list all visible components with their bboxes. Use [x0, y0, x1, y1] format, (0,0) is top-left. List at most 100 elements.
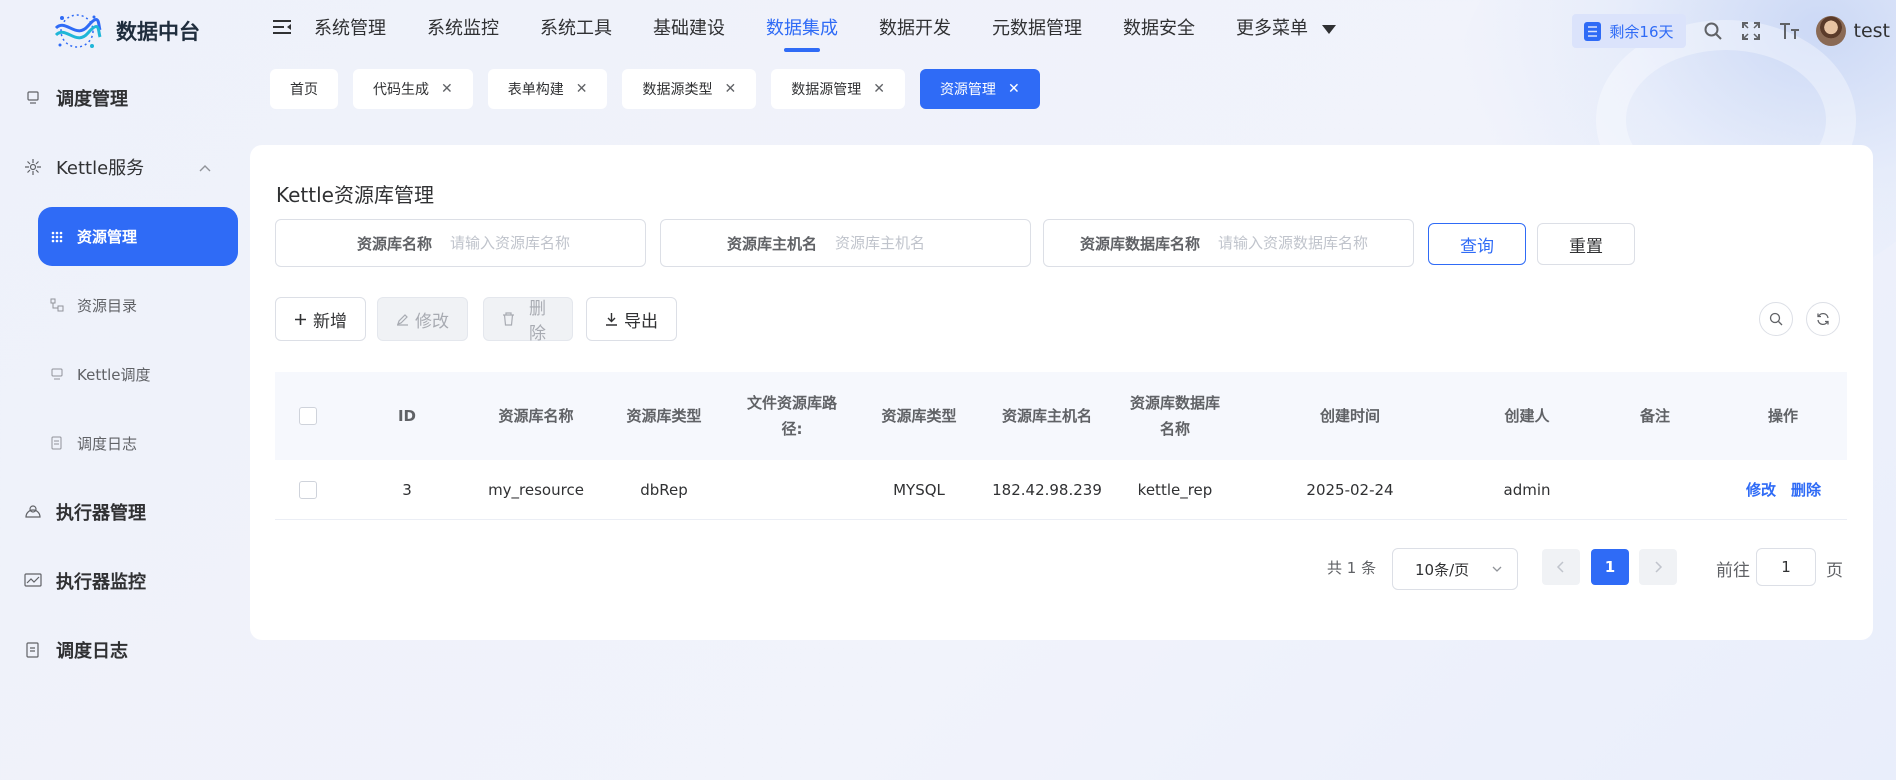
col-name: 资源库名称 — [498, 407, 574, 425]
field-label: 资源库数据库名称 — [1079, 234, 1200, 253]
col-dbname: 资源库数据库 名称 — [1130, 390, 1220, 442]
resource-host-input[interactable] — [835, 234, 1030, 252]
close-icon[interactable]: ✕ — [441, 81, 453, 97]
resource-name-input[interactable] — [450, 234, 645, 252]
fullscreen-icon[interactable] — [1740, 20, 1762, 42]
close-icon[interactable]: ✕ — [1008, 81, 1020, 97]
sidebar: 数据中台 调度管理 Kettle服务 资源管理 资源目录 Kettle调度 调度… — [0, 0, 250, 780]
query-button[interactable]: 查询 — [1428, 223, 1526, 265]
tab-form-build[interactable]: 表单构建 ✕ — [487, 69, 608, 109]
server-icon — [1584, 21, 1602, 41]
cell-name: my_resource — [488, 481, 584, 499]
sidebar-item-executor-manage[interactable]: 执行器管理 — [24, 492, 146, 532]
username[interactable]: test — [1854, 20, 1891, 42]
next-page-button[interactable] — [1639, 549, 1677, 585]
nav-system-monitor[interactable]: 系统监控 — [427, 14, 499, 40]
col-path: 文件资源库路 径: — [747, 390, 837, 442]
col-actions: 操作 — [1767, 407, 1799, 425]
tree-icon — [50, 298, 64, 312]
export-button[interactable]: 导出 — [586, 297, 677, 341]
tab-datasource-manage[interactable]: 数据源管理 ✕ — [771, 69, 905, 109]
sidebar-subitem-resource-dir[interactable]: 资源目录 — [50, 290, 137, 320]
row-checkbox[interactable] — [299, 481, 317, 499]
caret-down-icon — [1322, 24, 1336, 34]
export-button-label: 导出 — [624, 311, 658, 332]
nav-system-tools[interactable]: 系统工具 — [540, 14, 612, 40]
page-title: Kettle资源库管理 — [276, 183, 434, 207]
tab-datasource-type[interactable]: 数据源类型 ✕ — [622, 69, 757, 109]
app-logo[interactable]: 数据中台 — [52, 10, 200, 52]
prev-page-button[interactable] — [1542, 549, 1580, 585]
sidebar-item-label: 执行器监控 — [56, 572, 146, 593]
chart-icon — [24, 572, 42, 590]
tab-home[interactable]: 首页 — [270, 69, 338, 109]
sidebar-item-schedule[interactable]: 调度管理 — [24, 78, 128, 118]
nav-metadata-manage[interactable]: 元数据管理 — [992, 14, 1082, 40]
resource-db-input[interactable] — [1218, 234, 1413, 252]
nav-system-manage[interactable]: 系统管理 — [314, 14, 386, 40]
nav-data-security[interactable]: 数据安全 — [1123, 14, 1195, 40]
log-icon — [50, 436, 64, 450]
col-creator: 创建人 — [1504, 407, 1550, 425]
main-card: Kettle资源库管理 资源库名称 资源库主机名 资源库数据库名称 查询 重置 … — [250, 145, 1873, 640]
edit-button[interactable]: 修改 — [377, 297, 468, 341]
nav-data-integration[interactable]: 数据集成 — [766, 14, 838, 52]
add-button[interactable]: 新增 — [275, 297, 366, 341]
font-size-icon[interactable] — [1778, 20, 1800, 42]
license-badge[interactable]: 剩余16天 — [1572, 14, 1686, 48]
sidebar-subitem-label: Kettle调度 — [77, 365, 151, 384]
goto-page-input[interactable] — [1756, 548, 1816, 586]
header-actions: 剩余16天 test — [1572, 14, 1896, 48]
menu-toggle-icon[interactable] — [272, 19, 292, 35]
row-delete-link[interactable]: 删除 — [1791, 477, 1821, 503]
tab-label: 代码生成 — [373, 82, 429, 98]
page-size-select[interactable]: 10条/页 — [1392, 548, 1518, 590]
app-title: 数据中台 — [116, 20, 200, 44]
tab-label: 资源管理 — [939, 82, 996, 98]
chevron-up-icon[interactable] — [198, 158, 212, 177]
col-host: 资源库主机名 — [1001, 407, 1093, 425]
delete-button-label: 删除 — [529, 299, 546, 344]
reset-button[interactable]: 重置 — [1537, 223, 1635, 265]
avatar[interactable] — [1815, 16, 1846, 46]
search-icon[interactable] — [1702, 20, 1724, 42]
nav-more-label: 更多菜单 — [1236, 18, 1308, 39]
table-row: 3 my_resource dbRep MYSQL 182.42.98.239 … — [275, 460, 1847, 520]
toggle-search-button[interactable] — [1759, 302, 1793, 336]
sidebar-subitem-label: 资源管理 — [77, 228, 138, 246]
plus-icon — [294, 313, 307, 326]
page-number-button[interactable]: 1 — [1591, 549, 1629, 585]
license-badge-text: 剩余16天 — [1609, 22, 1674, 41]
nav-data-development[interactable]: 数据开发 — [879, 14, 951, 40]
close-icon[interactable]: ✕ — [724, 81, 736, 97]
col-path-line1: 文件资源库路 — [746, 394, 838, 412]
cell-type: dbRep — [640, 481, 688, 499]
tab-code-gen[interactable]: 代码生成 ✕ — [353, 69, 473, 109]
sidebar-subitem-kettle-schedule[interactable]: Kettle调度 — [50, 359, 150, 389]
row-edit-link[interactable]: 修改 — [1746, 477, 1776, 503]
close-icon[interactable]: ✕ — [873, 81, 885, 97]
sidebar-subitem-resource-manage[interactable]: 资源管理 — [38, 207, 238, 266]
sidebar-item-schedule-log[interactable]: 调度日志 — [24, 630, 128, 670]
sidebar-item-executor-monitor[interactable]: 执行器监控 — [24, 561, 146, 601]
refresh-button[interactable] — [1806, 302, 1840, 336]
sidebar-item-label: Kettle服务 — [56, 158, 145, 179]
nav-more-menu[interactable]: 更多菜单 — [1236, 14, 1336, 40]
sidebar-subitem-schedule-log[interactable]: 调度日志 — [50, 428, 137, 458]
pagination-total: 共 1 条 — [1327, 559, 1377, 577]
close-icon[interactable]: ✕ — [576, 81, 588, 97]
edit-button-label: 修改 — [415, 311, 449, 332]
col-id: ID — [397, 407, 417, 425]
executor-icon — [24, 503, 42, 521]
table-header: ID 资源库名称 资源库类型 文件资源库路 径: 资源库类型 资源库主机名 资源… — [275, 372, 1847, 460]
sidebar-item-kettle[interactable]: Kettle服务 — [24, 147, 144, 187]
chevron-right-icon — [1655, 561, 1663, 573]
add-button-label: 新增 — [313, 311, 347, 332]
col-type: 资源库类型 — [626, 407, 702, 425]
nav-infrastructure[interactable]: 基础建设 — [653, 14, 725, 40]
tab-resource-manage[interactable]: 资源管理 ✕ — [919, 69, 1040, 109]
delete-button[interactable]: 删除 — [483, 297, 573, 344]
download-icon — [605, 312, 618, 326]
select-all-checkbox[interactable] — [299, 407, 317, 425]
edit-icon — [396, 313, 409, 326]
